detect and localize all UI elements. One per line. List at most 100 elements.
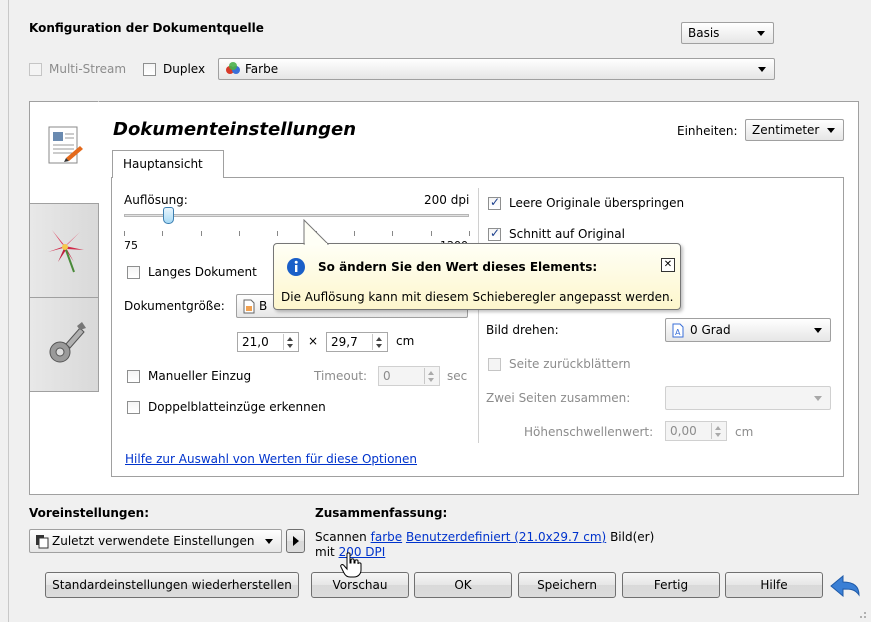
- lily-icon: [48, 230, 84, 273]
- summary-prefix-2: mit: [315, 545, 335, 559]
- size-unit: cm: [396, 334, 415, 348]
- source-config-title: Konfiguration der Dokumentquelle: [29, 21, 264, 35]
- done-button[interactable]: Fertig: [622, 572, 720, 598]
- spinner-buttons[interactable]: [424, 368, 438, 384]
- chevron-down-icon: [814, 328, 822, 333]
- preset-icon: [36, 535, 49, 549]
- tooltip-pointer: [303, 219, 330, 245]
- doc-size-value: B: [259, 299, 268, 313]
- manual-feed-label: Manueller Einzug: [148, 369, 252, 383]
- width-spinner[interactable]: 21,0: [237, 332, 299, 352]
- svg-text:A: A: [675, 328, 681, 337]
- mode-select-value: Basis: [688, 26, 720, 40]
- multi-stream-checkbox[interactable]: [29, 63, 42, 76]
- units-select-value: Zentimeter: [752, 123, 820, 137]
- skip-blank-checkbox[interactable]: [488, 195, 501, 210]
- resolution-min-label: 75: [124, 239, 138, 252]
- timeout-label: Timeout:: [314, 369, 368, 383]
- page-icon: [243, 299, 255, 314]
- slider-tick: [430, 231, 432, 236]
- slider-tick: [200, 231, 202, 236]
- resolution-slider-thumb[interactable]: [163, 207, 175, 224]
- spinner-buttons[interactable]: [711, 423, 725, 439]
- slider-tick: [239, 231, 240, 236]
- page-back-label: Seite zurückblättern: [509, 357, 631, 371]
- spinner-buttons[interactable]: [283, 334, 297, 350]
- slider-tick: [354, 231, 355, 236]
- slider-tick: [124, 231, 125, 236]
- help-values-link[interactable]: Hilfe zur Auswahl von Werten für diese O…: [125, 452, 417, 466]
- resolution-value: 200 dpi: [424, 193, 470, 207]
- long-document-checkbox[interactable]: [127, 266, 140, 279]
- resolution-slider[interactable]: [124, 214, 469, 217]
- chevron-down-icon: [827, 128, 835, 133]
- document-settings-icon: [48, 126, 83, 164]
- duplex-checkbox[interactable]: [143, 63, 156, 76]
- presets-label: Voreinstellungen:: [29, 506, 149, 520]
- chevron-down-icon: [265, 539, 273, 544]
- presets-select[interactable]: Zuletzt verwendete Einstellungen: [29, 529, 282, 553]
- height-threshold-value: 0,00: [670, 424, 697, 438]
- height-spinner[interactable]: 29,7: [326, 332, 388, 352]
- height-threshold-label: Höhenschwellenwert:: [524, 425, 654, 439]
- resize-grip-icon[interactable]: [855, 607, 867, 619]
- sidetab-image[interactable]: [29, 203, 99, 298]
- help-tooltip: So ändern Sie den Wert dieses Elements: …: [273, 243, 681, 310]
- times-sign: ×: [308, 334, 319, 348]
- units-select[interactable]: Zentimeter: [745, 119, 844, 141]
- sidetab-document[interactable]: [29, 101, 99, 204]
- back-arrow-icon[interactable]: [829, 575, 861, 597]
- chevron-down-icon: [757, 31, 765, 36]
- double-feed-checkbox[interactable]: [127, 401, 140, 414]
- slider-tick: [392, 231, 394, 236]
- duplex-label: Duplex: [163, 62, 206, 76]
- summary-prefix: Scannen: [315, 530, 367, 544]
- height-value: 29,7: [331, 335, 358, 349]
- crop-label: Schnitt auf Original: [509, 227, 625, 241]
- page-back-checkbox[interactable]: [488, 358, 501, 371]
- summary-color-link[interactable]: farbe: [371, 530, 403, 544]
- help-button[interactable]: Hilfe: [725, 572, 823, 598]
- summary-size-link[interactable]: Benutzerdefiniert (21.0x29.7 cm): [406, 530, 606, 544]
- sidetab-tools[interactable]: [29, 297, 99, 392]
- multi-stream-label: Multi-Stream: [49, 62, 127, 76]
- presets-menu-button[interactable]: [286, 529, 305, 553]
- column-divider: [478, 188, 479, 443]
- save-button[interactable]: Speichern: [518, 572, 616, 598]
- chevron-down-icon: [758, 67, 766, 72]
- mode-select[interactable]: Basis: [681, 22, 774, 44]
- rotate-page-icon: A: [672, 323, 684, 338]
- height-threshold-unit: cm: [735, 425, 754, 439]
- tooltip-close-button[interactable]: ✕: [661, 258, 675, 272]
- summary-suffix: Bild(er): [610, 530, 655, 544]
- rotate-label: Bild drehen:: [486, 323, 559, 337]
- merge-label: Zwei Seiten zusammen:: [486, 391, 631, 405]
- presets-value: Zuletzt verwendete Einstellungen: [52, 534, 255, 548]
- merge-select[interactable]: [665, 386, 831, 410]
- width-value: 21,0: [242, 335, 269, 349]
- tab-main-view-label: Hauptansicht: [123, 157, 203, 171]
- timeout-spinner[interactable]: 0: [378, 366, 440, 386]
- spinner-buttons[interactable]: [372, 334, 386, 350]
- height-threshold-spinner[interactable]: 0,00: [665, 421, 727, 441]
- color-palette-icon: [226, 62, 240, 74]
- color-select[interactable]: Farbe: [218, 58, 775, 80]
- reset-defaults-button[interactable]: Standardeinstellungen wiederherstellen: [45, 572, 299, 598]
- play-arrow-icon: [293, 536, 299, 546]
- rotate-select[interactable]: A 0 Grad: [665, 318, 831, 342]
- tooltip-body: Die Auflösung kann mit diesem Schiebereg…: [281, 290, 674, 304]
- units-label: Einheiten:: [677, 124, 738, 138]
- manual-feed-checkbox[interactable]: [127, 370, 140, 383]
- slider-tick: [162, 231, 164, 236]
- tools-icon: [49, 322, 86, 363]
- doc-settings-title: Dokumenteinstellungen: [113, 119, 357, 140]
- skip-blank-label: Leere Originale überspringen: [509, 196, 685, 210]
- tab-main-view[interactable]: Hauptansicht: [112, 150, 224, 178]
- summary-line-1: Scannen farbe Benutzerdefiniert (21.0x29…: [315, 530, 654, 544]
- resolution-label: Auflösung:: [124, 193, 188, 207]
- tooltip-title: So ändern Sie den Wert dieses Elements:: [318, 260, 598, 274]
- chevron-down-icon: [814, 396, 822, 401]
- crop-checkbox[interactable]: [488, 226, 501, 241]
- ok-button[interactable]: OK: [414, 572, 512, 598]
- timeout-unit: sec: [447, 369, 468, 383]
